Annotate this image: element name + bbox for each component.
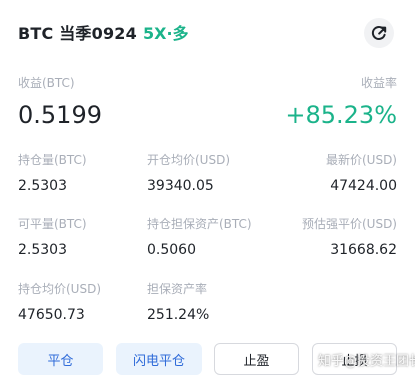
- margin-value: 0.5060: [147, 242, 196, 258]
- entry-price-value: 39340.05: [147, 178, 214, 194]
- closable-size-value: 2.5303: [18, 242, 67, 258]
- liquidation-price-label: 预估强平价(USD): [301, 217, 397, 231]
- liquidation-price-value: 31668.62: [330, 242, 397, 258]
- flash-close-button[interactable]: 闪电平仓: [116, 343, 202, 375]
- share-icon: [371, 26, 387, 40]
- pnl-label: 收益(BTC): [18, 76, 75, 90]
- roe-value: +85.23%: [285, 101, 397, 129]
- pnl-value: 0.5199: [18, 101, 102, 129]
- last-price-label: 最新价(USD): [325, 153, 397, 167]
- watermark: 知乎@投资王团长: [318, 354, 415, 369]
- close-position-button[interactable]: 平仓: [18, 343, 103, 375]
- position-header: BTC 当季0924 5X·多: [18, 20, 189, 44]
- share-button[interactable]: [364, 18, 394, 48]
- margin-label: 持仓担保资产(BTC): [147, 217, 252, 231]
- closable-size-label: 可平量(BTC): [18, 217, 87, 231]
- margin-ratio-label: 担保资产率: [147, 282, 208, 296]
- roe-label: 收益率: [360, 76, 397, 90]
- position-size-label: 持仓量(BTC): [18, 153, 87, 167]
- avg-position-price-label: 持仓均价(USD): [18, 282, 102, 296]
- position-size-value: 2.5303: [18, 178, 67, 194]
- entry-price-label: 开仓均价(USD): [147, 153, 231, 167]
- avg-position-price-value: 47650.73: [18, 307, 85, 323]
- take-profit-button[interactable]: 止盈: [214, 343, 299, 375]
- margin-ratio-value: 251.24%: [147, 307, 210, 323]
- last-price-value: 47424.00: [330, 178, 397, 194]
- contract-title: BTC 当季0924: [18, 24, 137, 43]
- leverage-direction-badge: 5X·多: [142, 24, 189, 43]
